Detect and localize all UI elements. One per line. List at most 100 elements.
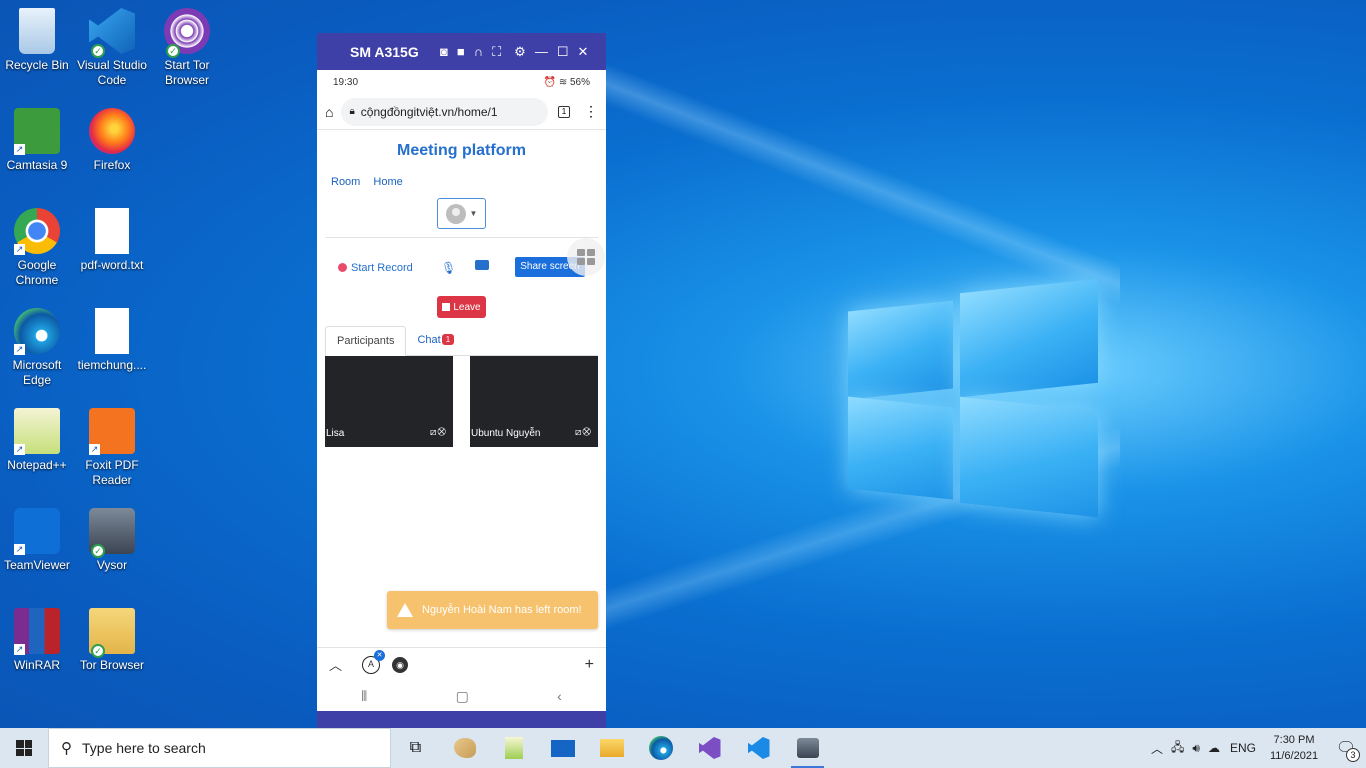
tab-participants[interactable]: Participants (325, 326, 407, 356)
browser-menu-icon[interactable]: ⋮ (584, 103, 598, 120)
caret-down-icon: ▼ (469, 209, 478, 218)
floating-grid-button[interactable] (567, 238, 605, 276)
onedrive-cloud-icon[interactable]: ☁ (1208, 741, 1220, 755)
home-button-icon[interactable]: ▢ (456, 688, 469, 705)
visual-studio-icon[interactable] (685, 728, 734, 768)
network-icon[interactable]: 🖧︎ (1171, 738, 1184, 759)
user-menu-dropdown[interactable]: ▼ (437, 198, 486, 229)
desktop-icon-firefox[interactable]: Firefox (75, 108, 149, 173)
desktop-icon-vscode[interactable]: ✓ Visual Studio Code (75, 8, 149, 88)
headphones-icon[interactable]: ∩ (474, 44, 483, 59)
desktop-icon-notepadpp[interactable]: ↗ Notepad++ (0, 408, 74, 473)
tab-count-button[interactable]: 1 (558, 105, 570, 118)
leave-button[interactable]: Leave (437, 296, 486, 318)
nav-link-home[interactable]: Home (373, 176, 402, 188)
vysor-taskbar-icon[interactable] (783, 728, 832, 768)
edge-taskbar-icon[interactable] (636, 728, 685, 768)
participant-video-tile[interactable]: Lisa ⧄⨂ (325, 356, 453, 447)
nav-link-room[interactable]: Room (331, 176, 360, 188)
mail-icon[interactable] (538, 728, 587, 768)
muted-camera-mic-icon: ⧄⨂ (575, 427, 592, 438)
shortcut-arrow-icon: ↗ (14, 244, 25, 255)
github-icon[interactable]: ◉ (392, 656, 409, 673)
desktop-icon-start-tor-browser[interactable]: ✓ Start Tor Browser (150, 8, 224, 88)
minimize-button[interactable]: — (535, 44, 548, 59)
page-title: Meeting platform (397, 142, 526, 159)
volume-icon[interactable]: 🔊︎ (1192, 741, 1200, 756)
desktop-icon-microsoft-edge[interactable]: ↗ Microsoft Edge (0, 308, 74, 388)
chevron-up-icon[interactable]: ︿ (329, 655, 342, 674)
search-icon: ⚲ (61, 740, 72, 757)
fullscreen-icon[interactable]: ⛶ (492, 44, 501, 60)
record-video-icon[interactable]: ■ (457, 44, 465, 59)
desktop-icon-foxit[interactable]: ↗ Foxit PDF Reader (75, 408, 149, 488)
participant-video-tile[interactable]: Ubuntu Nguyễn ⧄⨂ (470, 356, 598, 447)
device-title: SM A315G (350, 43, 419, 60)
notification-count: 3 (1346, 748, 1360, 762)
add-tab-icon[interactable]: + (585, 656, 594, 674)
camera-icon[interactable] (475, 260, 489, 270)
sync-check-icon: ✓ (91, 644, 105, 658)
desktop-icon-teamviewer[interactable]: ↗ TeamViewer (0, 508, 74, 573)
home-icon[interactable]: ⌂ (325, 104, 333, 120)
vysor-phone-window: SM A315G ◙ ■ ∩ ⛶ ⚙ — ☐ ✕ 19:30 ⏰ ≋ 56% ⌂… (317, 33, 606, 730)
lock-icon: 🔒︎ (349, 106, 355, 117)
back-icon[interactable]: ‹ (557, 688, 562, 704)
firefox-icon (89, 108, 135, 154)
language-indicator[interactable]: ENG (1230, 741, 1256, 755)
desktop-icon-tor-browser[interactable]: ✓ Tor Browser (75, 608, 149, 673)
desktop-icon-camtasia[interactable]: ↗ Camtasia 9 (0, 108, 74, 173)
record-icon (338, 263, 347, 272)
tab-chat[interactable]: Chat 1 (406, 326, 465, 355)
avatar (445, 203, 466, 224)
meeting-controls: Start Record 🎙︎ Share screen (317, 238, 606, 292)
close-button[interactable]: ✕ (577, 44, 588, 60)
muted-camera-mic-icon: ⧄⨂ (430, 427, 447, 438)
notepadpp-taskbar-icon[interactable] (489, 728, 538, 768)
file-icon (95, 308, 129, 354)
show-hidden-icons-chevron-up-icon[interactable]: ︿ (1151, 740, 1163, 757)
windows-logo-wallpaper (848, 272, 1098, 527)
windows-icon (16, 740, 32, 756)
desktop-icon-tiemchung[interactable]: tiemchung.... (75, 308, 149, 373)
desktop-icon-winrar[interactable]: ↗ WinRAR (0, 608, 74, 673)
warning-icon (397, 603, 413, 617)
microphone-icon[interactable]: 🎙︎ (441, 261, 456, 275)
screenshot-icon[interactable]: ◙ (440, 44, 448, 59)
clock[interactable]: 7:30 PM 11/6/2021 (1262, 732, 1326, 764)
shortcut-arrow-icon: ↗ (14, 144, 25, 155)
task-view-icon[interactable]: ⧉ (391, 728, 440, 768)
close-icon[interactable]: ✕ (374, 649, 386, 661)
android-status-bar: 19:30 ⏰ ≋ 56% (317, 70, 606, 94)
clock-date: 11/6/2021 (1269, 750, 1319, 762)
recent-apps-icon[interactable]: ⦀ (361, 688, 367, 705)
paint-icon[interactable] (440, 728, 489, 768)
recycle-bin-icon (19, 8, 55, 54)
desktop-icon-google-chrome[interactable]: ↗ Google Chrome (0, 208, 74, 288)
clock-time: 7:30 PM (1273, 734, 1315, 746)
stop-icon (442, 303, 451, 311)
system-tray: ︿ 🖧︎ 🔊︎ ☁ ENG 7:30 PM 11/6/2021 🗨︎ 3 (1151, 728, 1366, 768)
maximize-button[interactable]: ☐ (557, 44, 569, 60)
chat-unread-badge: 1 (441, 334, 455, 345)
desktop-icon-vysor[interactable]: ✓ Vysor (75, 508, 149, 573)
taskbar-apps: ⧉ (391, 728, 832, 768)
taskbar-search[interactable]: ⚲ Type here to search (48, 728, 391, 768)
action-center-button[interactable]: 🗨︎ 3 (1326, 728, 1366, 768)
file-explorer-icon[interactable] (587, 728, 636, 768)
start-record-button[interactable]: Start Record (338, 262, 413, 274)
settings-gear-icon[interactable]: ⚙ (514, 44, 526, 60)
sync-check-icon: ✓ (91, 44, 105, 58)
status-time: 19:30 (333, 76, 359, 88)
wallpaper-light-beam (560, 40, 1120, 310)
grid-icon (577, 249, 595, 265)
shortcut-arrow-icon: ↗ (14, 444, 25, 455)
desktop-icon-recycle-bin[interactable]: Recycle Bin (0, 8, 74, 73)
toast-message: Nguyễn Hoài Nam has left room! (422, 604, 582, 616)
participant-grid: Lisa ⧄⨂ Ubuntu Nguyễn ⧄⨂ (325, 356, 598, 447)
vscode-taskbar-icon[interactable] (734, 728, 783, 768)
desktop-icon-pdf-word[interactable]: pdf-word.txt (75, 208, 149, 273)
start-button[interactable] (0, 728, 48, 768)
extension-icon[interactable]: A ✕ (362, 649, 386, 674)
address-field[interactable]: 🔒︎ cộngđồngitviệt.vn/home/1 (341, 97, 548, 126)
